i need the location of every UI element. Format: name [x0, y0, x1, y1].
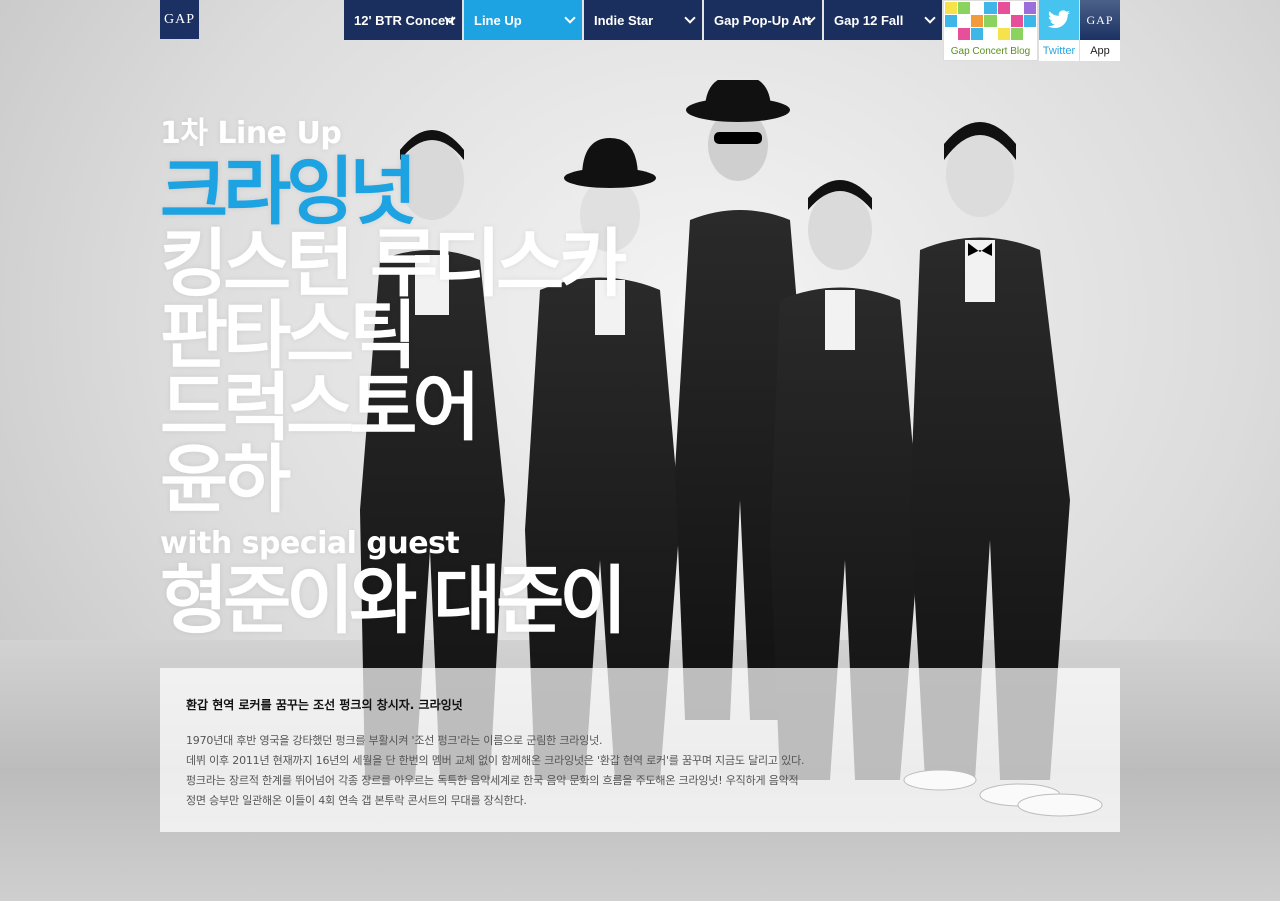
concert-blog-link[interactable]: Gap Concert Blog — [943, 0, 1038, 61]
lineup-act: 윤하 — [160, 437, 291, 523]
app-label: App — [1090, 45, 1110, 57]
gap-app-icon: GAP — [1080, 0, 1120, 40]
nav-item-label: 12' BTR Concert — [354, 12, 455, 28]
description-line: 정면 승부만 일관해온 이들이 4회 연속 갭 본투락 콘서트의 무대를 장식한… — [186, 794, 527, 807]
blog-label: Gap Concert Blog — [950, 46, 1031, 57]
twitter-label: Twitter — [1042, 45, 1076, 57]
chevron-down-icon — [564, 12, 576, 24]
lineup-act: 킹스턴 루디스카 — [160, 221, 627, 307]
headliner-name: 크라잉넛 — [160, 149, 417, 235]
nav-item-label: Line Up — [474, 12, 522, 28]
chevron-down-icon — [684, 12, 696, 24]
description-line: 1970년대 후반 영국을 강타했던 펑크를 부활시켜 '조선 펑크'라는 이름… — [186, 734, 603, 747]
lineup-block: 1차 Line Up 크라잉넛 킹스턴 루디스카 판타스틱 드럭스토어 윤하 w… — [160, 108, 627, 644]
artist-description-panel: 환갑 현역 로커를 꿈꾸는 조선 펑크의 창시자. 크라잉넛 1970년대 후반… — [160, 668, 1120, 832]
gap-logo[interactable]: GAP — [160, 0, 199, 39]
description-line: 펑크라는 장르적 한계를 뛰어넘어 각종 장르를 아우르는 독특한 음악세계로 … — [186, 774, 799, 787]
twitter-link[interactable]: Twitter — [1039, 0, 1079, 61]
special-guest-name: 형준이와 대준이 — [160, 558, 627, 644]
nav-item-gap-fall[interactable]: Gap 12 Fall — [824, 0, 942, 40]
special-guest-label: with special guest — [160, 526, 460, 561]
blog-thumbnail-icon — [945, 2, 1036, 40]
lineup-act: 판타스틱 — [160, 293, 417, 379]
nav-item-line-up[interactable]: Line Up — [464, 0, 582, 40]
nav-item-indie-star[interactable]: Indie Star — [584, 0, 702, 40]
lineup-act: 드럭스토어 — [160, 365, 480, 451]
description-line: 데뷔 이후 2011년 현재까지 16년의 세월을 단 한번의 멤버 교체 없이… — [186, 754, 805, 767]
main-nav: 12' BTR Concert Line Up Indie Star Gap P… — [344, 0, 944, 40]
nav-item-popup-art[interactable]: Gap Pop-Up Art — [704, 0, 822, 40]
lineup-subtitle: 1차 Line Up — [160, 116, 342, 151]
app-link[interactable]: GAP App — [1080, 0, 1120, 61]
nav-item-btr-concert[interactable]: 12' BTR Concert — [344, 0, 462, 40]
nav-item-label: Gap Pop-Up Art — [714, 12, 812, 28]
nav-item-label: Gap 12 Fall — [834, 12, 904, 28]
twitter-bird-icon — [1048, 10, 1070, 29]
chevron-down-icon — [924, 12, 936, 24]
nav-item-label: Indie Star — [594, 12, 654, 28]
description-title: 환갑 현역 로커를 꿈꾸는 조선 펑크의 창시자. 크라잉넛 — [186, 698, 463, 712]
